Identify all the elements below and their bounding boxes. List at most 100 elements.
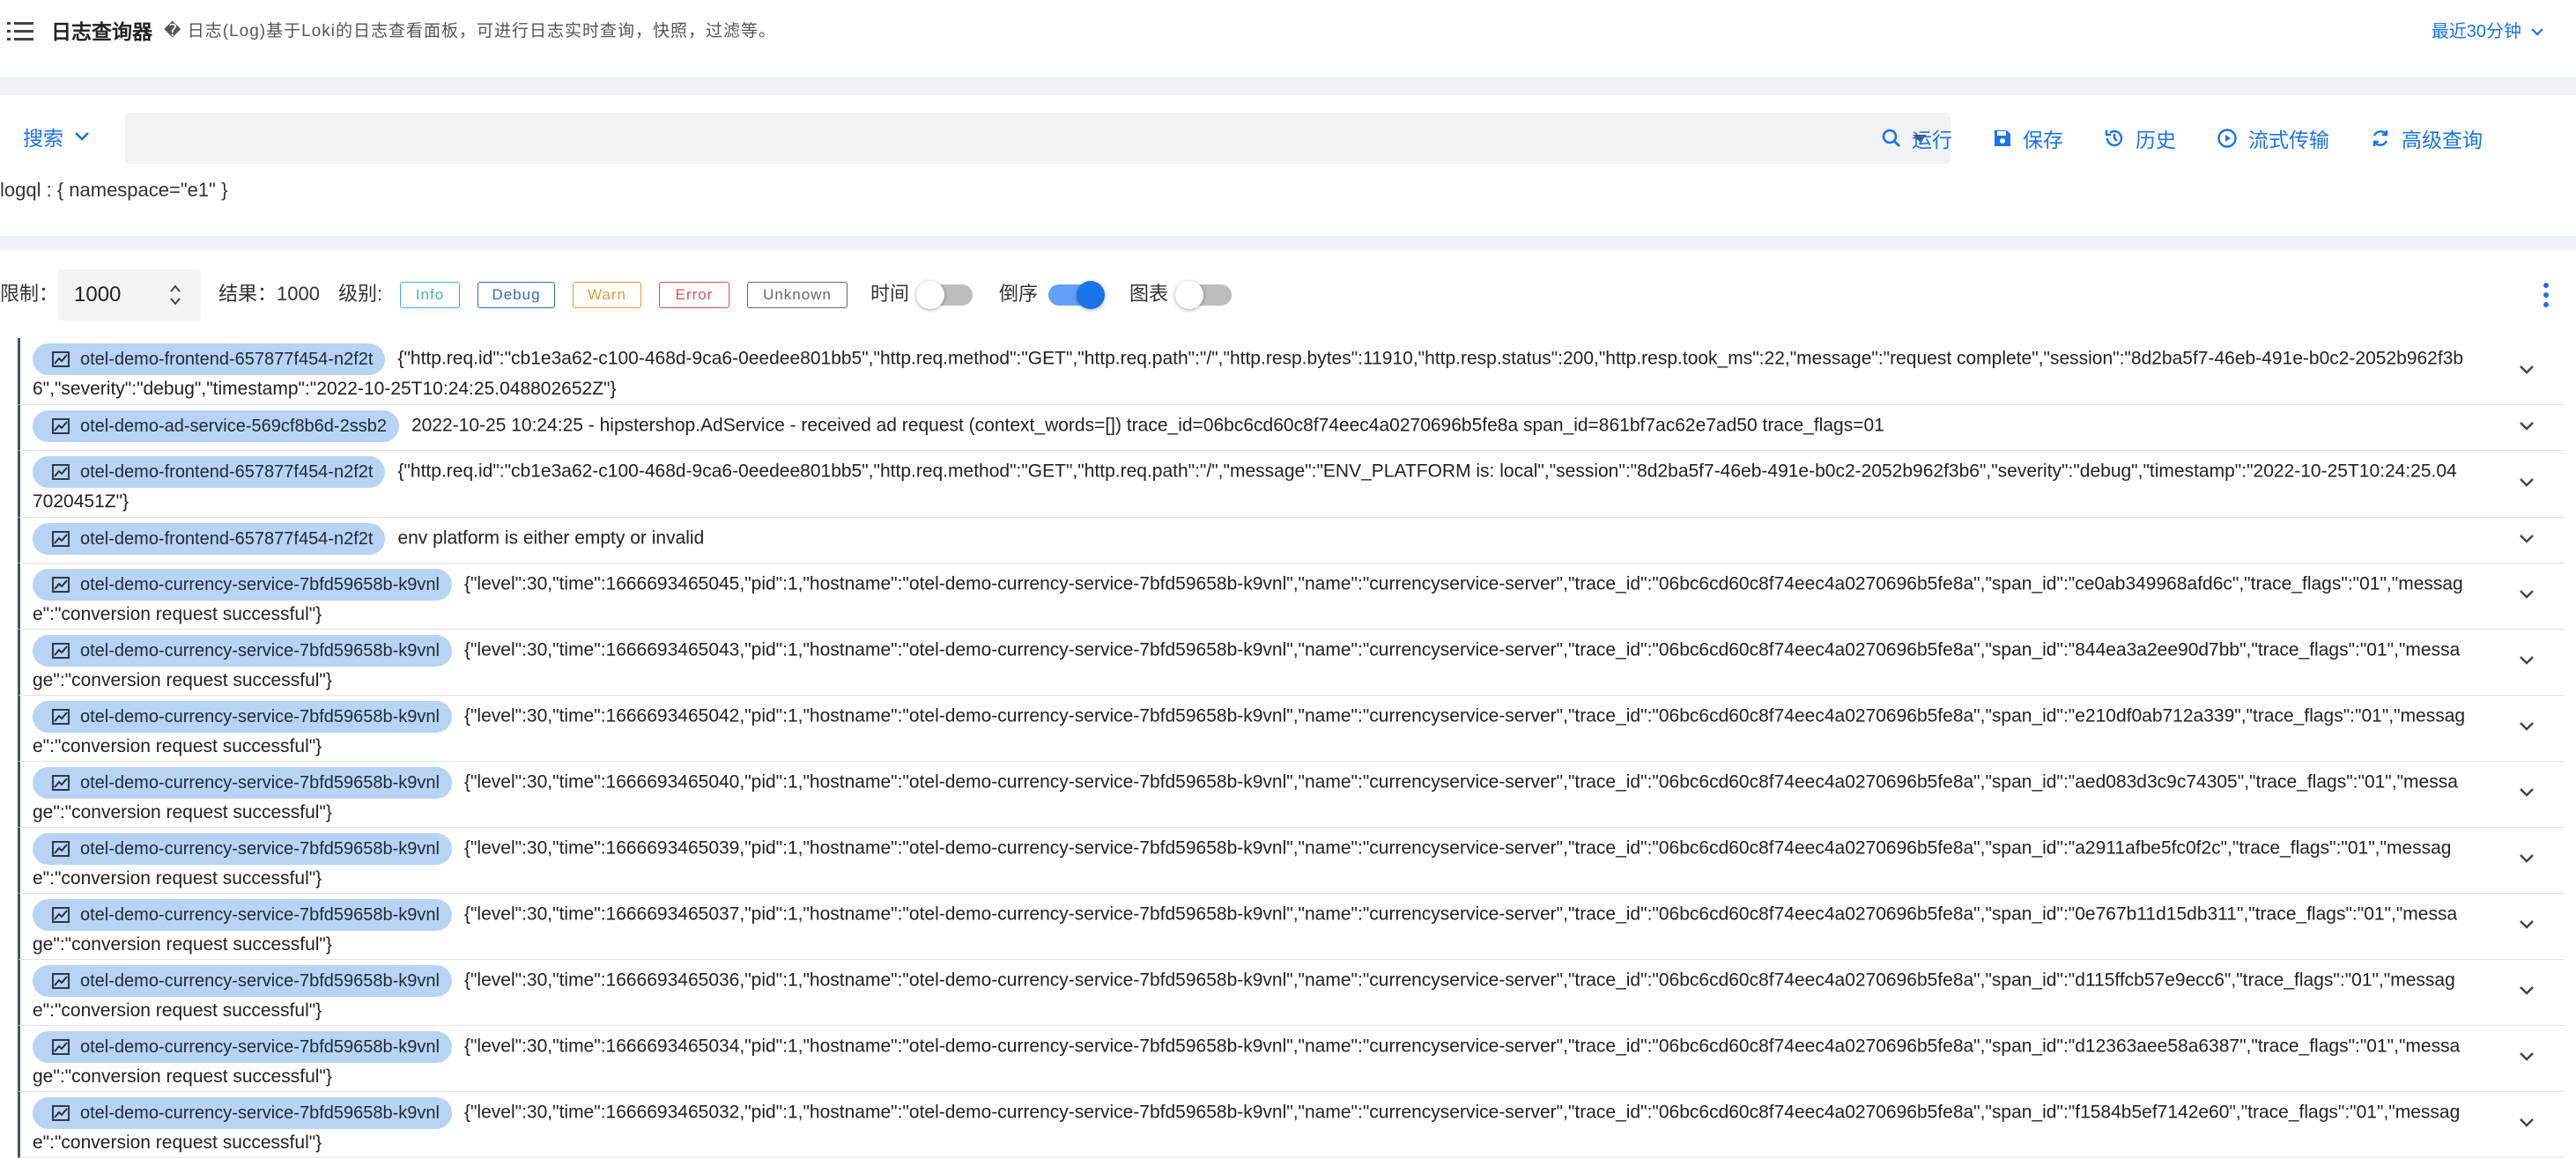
chart-icon <box>52 775 70 791</box>
expand-chevron-icon[interactable] <box>2518 786 2535 799</box>
save-button[interactable]: 保存 <box>1993 123 2063 153</box>
pod-label-chip[interactable]: otel-demo-currency-service-7bfd59658b-k9… <box>33 569 452 601</box>
reverse-toggle-label: 倒序 <box>999 283 1039 305</box>
search-mode-dropdown[interactable]: 搜索 <box>23 122 90 151</box>
level-info-badge[interactable]: Info <box>400 282 460 308</box>
level-unknown-badge[interactable]: Unknown <box>747 282 848 308</box>
limit-value: 1000 <box>74 283 122 306</box>
log-row[interactable]: otel-demo-currency-service-7bfd59658b-k9… <box>18 1092 2564 1158</box>
pod-name: otel-demo-frontend-657877f454-n2f2t <box>80 529 374 549</box>
log-row[interactable]: otel-demo-currency-service-7bfd59658b-k9… <box>18 630 2564 696</box>
expand-chevron-icon[interactable] <box>2518 654 2535 667</box>
chart-icon <box>52 841 70 857</box>
history-button[interactable]: 历史 <box>2104 123 2176 153</box>
sync-icon <box>2370 128 2391 149</box>
log-row[interactable]: otel-demo-frontend-657877f454-n2f2t {"ht… <box>18 338 2564 405</box>
log-row[interactable]: otel-demo-frontend-657877f454-n2f2t {"ht… <box>18 451 2564 518</box>
pod-name: otel-demo-currency-service-7bfd59658b-k9… <box>80 905 440 925</box>
log-row[interactable]: otel-demo-currency-service-7bfd59658b-k9… <box>18 1026 2564 1092</box>
log-row[interactable]: otel-demo-currency-service-7bfd59658b-k9… <box>18 828 2564 894</box>
pod-name: otel-demo-ad-service-569cf8b6d-2ssb2 <box>80 417 387 436</box>
log-row[interactable]: otel-demo-currency-service-7bfd59658b-k9… <box>18 762 2564 828</box>
log-list: otel-demo-frontend-657877f454-n2f2t {"ht… <box>18 338 2564 1158</box>
expand-chevron-icon[interactable] <box>2518 985 2535 997</box>
pod-label-chip[interactable]: otel-demo-currency-service-7bfd59658b-k9… <box>33 701 452 733</box>
pod-label-chip[interactable]: otel-demo-currency-service-7bfd59658b-k9… <box>33 965 452 997</box>
pod-label-chip[interactable]: otel-demo-currency-service-7bfd59658b-k9… <box>33 833 452 865</box>
chevron-down-icon <box>2530 26 2544 37</box>
stepper-icon[interactable] <box>169 282 181 308</box>
log-message: 2022-10-25 10:24:25 - hipstershop.AdServ… <box>411 415 1884 436</box>
toggle-knob <box>1175 281 1203 309</box>
expand-chevron-icon[interactable] <box>2518 918 2535 931</box>
expand-chevron-icon[interactable] <box>2518 852 2535 865</box>
level-warn-label: Warn <box>588 286 626 303</box>
expand-chevron-icon[interactable] <box>2518 1051 2535 1063</box>
log-message: env platform is either empty or invalid <box>397 527 705 549</box>
toggle-knob <box>916 281 944 309</box>
reverse-toggle[interactable] <box>1048 281 1105 309</box>
run-button[interactable]: 运行 <box>1882 123 1952 153</box>
pod-label-chip[interactable]: otel-demo-frontend-657877f454-n2f2t <box>33 343 386 375</box>
query-input[interactable] <box>125 113 1919 164</box>
stream-button[interactable]: 流式传输 <box>2217 123 2329 153</box>
search-icon <box>1882 129 1901 148</box>
time-toggle[interactable] <box>916 281 973 309</box>
section-divider <box>0 236 2576 250</box>
log-row[interactable]: otel-demo-currency-service-7bfd59658b-k9… <box>18 564 2564 630</box>
chart-icon <box>52 464 70 480</box>
log-row[interactable]: otel-demo-ad-service-569cf8b6d-2ssb2 202… <box>18 405 2564 451</box>
pod-name: otel-demo-currency-service-7bfd59658b-k9… <box>80 1037 440 1057</box>
pod-name: otel-demo-currency-service-7bfd59658b-k9… <box>80 971 440 991</box>
pod-label-chip[interactable]: otel-demo-currency-service-7bfd59658b-k9… <box>33 767 452 799</box>
chart-toggle-label: 图表 <box>1129 283 1169 305</box>
pod-name: otel-demo-currency-service-7bfd59658b-k9… <box>80 839 440 859</box>
chart-icon <box>52 351 70 367</box>
chart-icon <box>52 709 70 725</box>
log-row[interactable]: otel-demo-currency-service-7bfd59658b-k9… <box>18 696 2564 762</box>
chart-icon <box>52 973 70 989</box>
history-button-label: 历史 <box>2136 129 2176 151</box>
filter-bar: 限制： 1000 结果：1000 级别: Info Debug Warn Err… <box>0 264 2576 321</box>
log-message: {"http.req.id":"cb1e3a62-c100-468d-9ca6-… <box>33 348 2464 399</box>
chart-icon <box>52 1039 70 1055</box>
expand-chevron-icon[interactable] <box>2518 720 2535 733</box>
level-warn-badge[interactable]: Warn <box>573 282 641 308</box>
log-row[interactable]: otel-demo-currency-service-7bfd59658b-k9… <box>18 894 2564 960</box>
pod-label-chip[interactable]: otel-demo-currency-service-7bfd59658b-k9… <box>33 899 452 931</box>
log-message: {"http.req.id":"cb1e3a62-c100-468d-9ca6-… <box>33 461 2457 512</box>
pod-label-chip[interactable]: otel-demo-currency-service-7bfd59658b-k9… <box>33 1097 452 1129</box>
log-row[interactable]: otel-demo-frontend-657877f454-n2f2t env … <box>18 518 2564 564</box>
expand-chevron-icon[interactable] <box>2518 364 2535 376</box>
expand-chevron-icon[interactable] <box>2518 420 2535 432</box>
advanced-query-button[interactable]: 高级查询 <box>2370 123 2483 153</box>
pod-label-chip[interactable]: otel-demo-ad-service-569cf8b6d-2ssb2 <box>33 410 399 442</box>
menu-icon[interactable] <box>7 19 35 44</box>
limit-label: 限制： <box>0 283 59 305</box>
log-row[interactable]: otel-demo-currency-service-7bfd59658b-k9… <box>18 960 2564 1026</box>
expand-chevron-icon[interactable] <box>2518 1117 2535 1129</box>
expand-chevron-icon[interactable] <box>2518 588 2535 601</box>
expand-chevron-icon[interactable] <box>2518 533 2535 545</box>
level-label: 级别: <box>338 283 383 305</box>
logql-expression: logql : { namespace="e1" } <box>0 179 228 201</box>
level-debug-label: Debug <box>492 286 541 303</box>
chart-toggle[interactable] <box>1175 281 1232 309</box>
pod-name: otel-demo-frontend-657877f454-n2f2t <box>80 462 374 482</box>
pod-label-chip[interactable]: otel-demo-currency-service-7bfd59658b-k9… <box>33 635 452 667</box>
chart-icon <box>52 1105 70 1121</box>
level-info-label: Info <box>415 286 445 303</box>
pod-label-chip[interactable]: otel-demo-frontend-657877f454-n2f2t <box>33 456 386 488</box>
level-debug-badge[interactable]: Debug <box>477 282 555 308</box>
more-options-icon[interactable] <box>2543 282 2550 308</box>
level-error-badge[interactable]: Error <box>659 282 729 308</box>
app-header: 日志查询器 � 日志(Log)基于Loki的日志查看面板，可进行日志实时查询，快… <box>0 0 2576 63</box>
pod-label-chip[interactable]: otel-demo-frontend-657877f454-n2f2t <box>33 523 386 555</box>
time-range-dropdown[interactable]: 最近30分钟 <box>2432 19 2544 44</box>
chart-icon <box>52 577 70 593</box>
pod-label-chip[interactable]: otel-demo-currency-service-7bfd59658b-k9… <box>33 1031 452 1063</box>
expand-chevron-icon[interactable] <box>2518 476 2535 489</box>
history-icon <box>2104 128 2125 149</box>
app-description: � 日志(Log)基于Loki的日志查看面板，可进行日志实时查询，快照，过滤等。 <box>164 22 776 41</box>
limit-input[interactable]: 1000 <box>58 269 201 321</box>
